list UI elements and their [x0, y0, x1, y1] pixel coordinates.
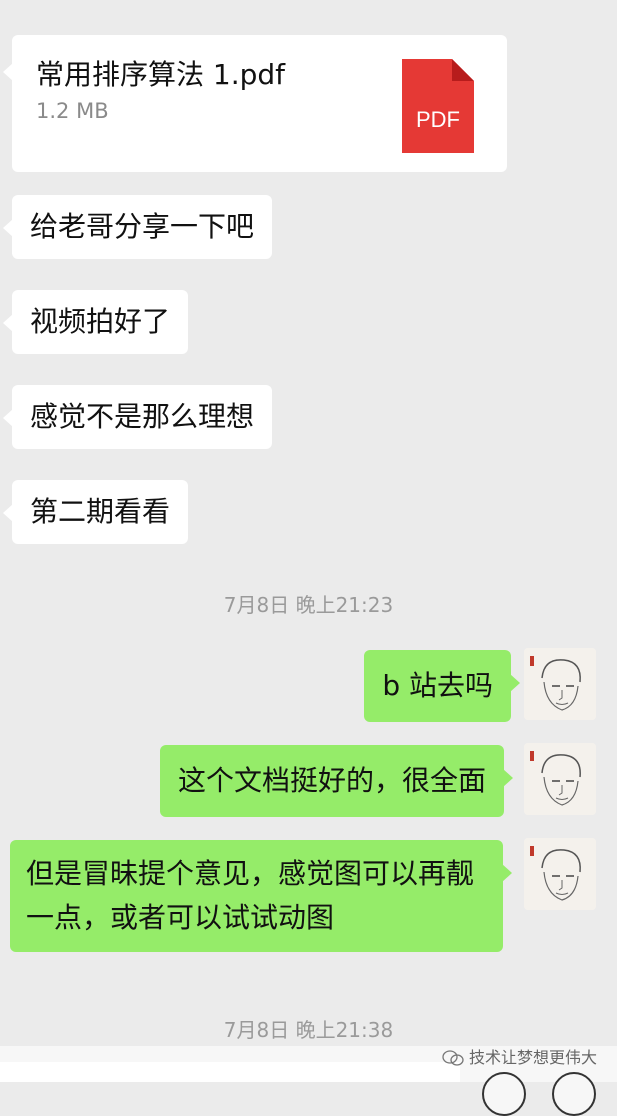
incoming-message[interactable]: 感觉不是那么理想: [2, 385, 273, 449]
message-text: 但是冒昧提个意见，感觉图可以再靓一点，或者可以试试动图: [26, 857, 475, 934]
message-text: 视频拍好了: [30, 305, 171, 338]
watermark: 技术让梦想更伟大: [442, 1044, 597, 1068]
wechat-icon: [442, 1050, 464, 1066]
message-text: 第二期看看: [30, 495, 171, 528]
message-text: 感觉不是那么理想: [30, 400, 255, 433]
outgoing-message[interactable]: b 站去吗: [364, 650, 520, 722]
more-button[interactable]: [552, 1072, 596, 1116]
watermark-text: 技术让梦想更伟大: [468, 1048, 597, 1067]
sketch-portrait-icon: [524, 648, 596, 720]
outgoing-message[interactable]: 但是冒昧提个意见，感觉图可以再靓一点，或者可以试试动图: [10, 840, 512, 952]
timestamp: 7月8日 晚上21:38: [223, 1018, 394, 1042]
pdf-icon: PDF: [402, 59, 474, 153]
sketch-portrait-icon: [524, 838, 596, 910]
message-text: 给老哥分享一下吧: [30, 210, 255, 243]
avatar[interactable]: [524, 648, 596, 720]
avatar[interactable]: [524, 838, 596, 910]
outgoing-message[interactable]: 这个文档挺好的，很全面: [159, 745, 514, 817]
file-name: 常用排序算法 1.pdf: [36, 58, 286, 91]
file-size: 1.2 MB: [36, 99, 109, 123]
avatar[interactable]: [524, 743, 596, 815]
emoji-button[interactable]: [482, 1072, 526, 1116]
incoming-message[interactable]: 第二期看看: [2, 480, 189, 544]
file-message-card[interactable]: 常用排序算法 1.pdf 1.2 MB PDF: [3, 35, 507, 172]
message-input[interactable]: [0, 1062, 460, 1082]
timestamp: 7月8日 晚上21:23: [223, 593, 394, 617]
incoming-message[interactable]: 给老哥分享一下吧: [2, 195, 273, 259]
message-text: b 站去吗: [382, 669, 493, 702]
message-text: 这个文档挺好的，很全面: [177, 764, 486, 797]
sketch-portrait-icon: [524, 743, 596, 815]
pdf-badge-text: PDF: [416, 107, 460, 132]
incoming-message[interactable]: 视频拍好了: [2, 290, 189, 354]
